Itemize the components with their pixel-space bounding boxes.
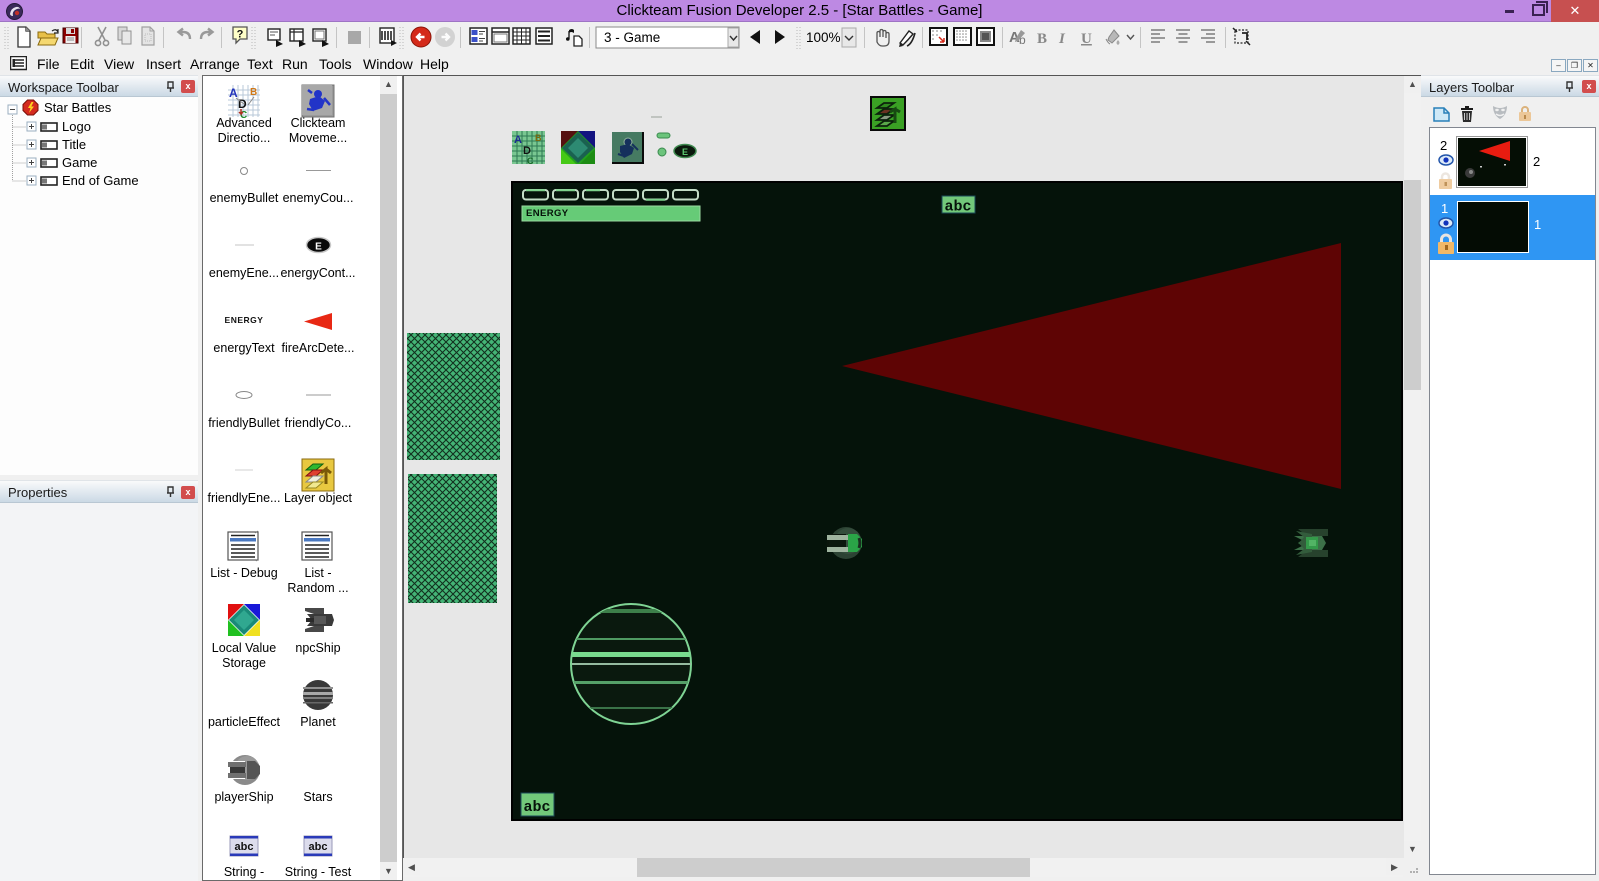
svg-text:?: ? xyxy=(237,29,244,41)
svg-text:B: B xyxy=(1037,31,1047,47)
svg-text:Star Battles: Star Battles xyxy=(44,100,112,115)
svg-text:abc: abc xyxy=(235,841,254,853)
svg-text:friendlyCo...: friendlyCo... xyxy=(285,416,352,430)
svg-text:Moveme...: Moveme... xyxy=(289,131,347,145)
svg-text:enemyEne...: enemyEne... xyxy=(209,266,279,280)
svg-text:Title: Title xyxy=(62,137,86,152)
svg-text:U: U xyxy=(1081,31,1092,47)
svg-text:abc: abc xyxy=(944,199,971,216)
svg-text:enemyBullet: enemyBullet xyxy=(210,191,279,205)
svg-text:friendlyBullet: friendlyBullet xyxy=(208,416,280,430)
svg-text:Planet: Planet xyxy=(300,715,336,729)
svg-text:Directio...: Directio... xyxy=(218,131,271,145)
svg-text:Clickteam: Clickteam xyxy=(291,116,346,130)
svg-text:List - Debug: List - Debug xyxy=(210,566,277,580)
svg-text:playerShip: playerShip xyxy=(214,790,273,804)
svg-text:fireArcDete...: fireArcDete... xyxy=(282,341,355,355)
svg-text:E: E xyxy=(315,242,322,253)
svg-text:E: E xyxy=(682,147,688,157)
svg-text:Advanced: Advanced xyxy=(216,116,272,130)
svg-text:energyCont...: energyCont... xyxy=(280,266,355,280)
svg-text:Random ...: Random ... xyxy=(287,581,348,595)
svg-text:String - Test: String - Test xyxy=(285,865,352,879)
svg-text:D: D xyxy=(238,97,247,111)
svg-text:List -: List - xyxy=(304,566,331,580)
svg-text:Storage: Storage xyxy=(222,656,266,670)
svg-text:friendlyEne...: friendlyEne... xyxy=(208,491,281,505)
svg-text:ENERGY: ENERGY xyxy=(526,208,569,219)
svg-text:abc: abc xyxy=(523,799,550,816)
svg-text:100%: 100% xyxy=(806,30,841,45)
svg-text:energyText: energyText xyxy=(213,341,275,355)
svg-text:npcShip: npcShip xyxy=(295,641,340,655)
svg-text:enemyCou...: enemyCou... xyxy=(283,191,354,205)
svg-text:A: A xyxy=(514,134,522,146)
svg-text:B: B xyxy=(250,87,257,98)
svg-text:End of Game: End of Game xyxy=(62,173,139,188)
svg-text:particleEffect: particleEffect xyxy=(208,715,281,729)
svg-text:Logo: Logo xyxy=(62,119,91,134)
svg-text:C: C xyxy=(527,156,534,166)
svg-text:abc: abc xyxy=(309,841,328,853)
svg-text:Layer object: Layer object xyxy=(284,491,353,505)
svg-text:3 - Game: 3 - Game xyxy=(604,30,660,45)
svg-text:String -: String - xyxy=(224,865,264,879)
svg-text:B: B xyxy=(535,133,542,143)
svg-text:I: I xyxy=(1058,31,1066,47)
svg-text:Game: Game xyxy=(62,155,97,170)
svg-text:Stars: Stars xyxy=(303,790,332,804)
svg-text:ENERGY: ENERGY xyxy=(225,315,264,325)
svg-text:Local Value: Local Value xyxy=(212,641,276,655)
